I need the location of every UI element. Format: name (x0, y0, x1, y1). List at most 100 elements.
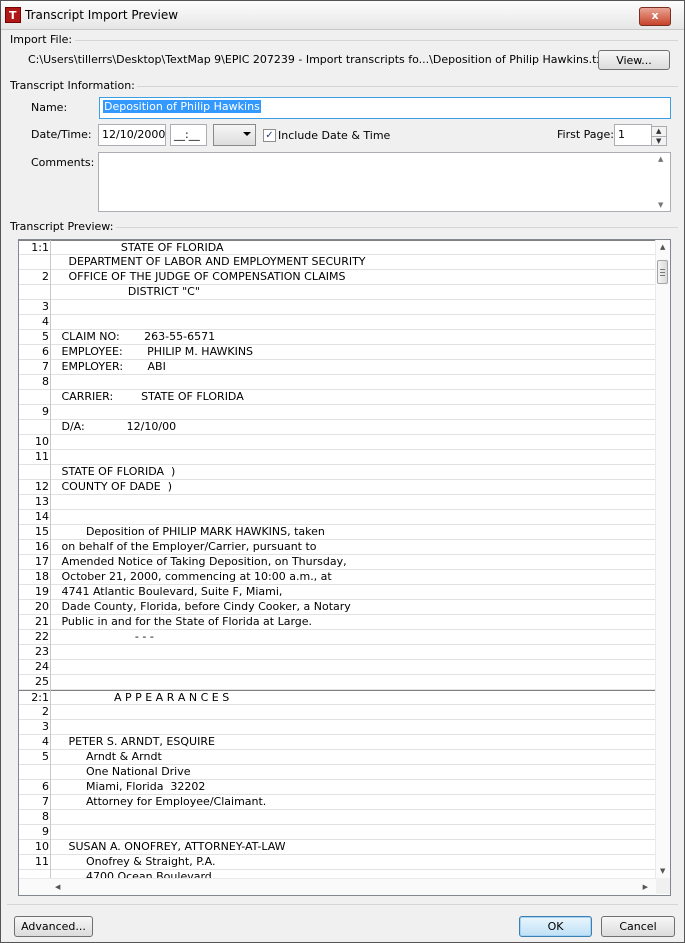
line-number (19, 285, 49, 300)
comments-scrollbar[interactable]: ▲ ▼ (654, 153, 670, 211)
line-text: Dade County, Florida, before Cindy Cooke… (51, 600, 351, 613)
transcript-line: 9 (19, 825, 656, 840)
first-page-spinner[interactable]: ▲ ▼ (651, 126, 667, 146)
transcript-line: 24 (19, 660, 656, 675)
transcript-line: 5 Arndt & Arndt (19, 750, 656, 765)
transcript-line: 10 SUSAN A. ONOFREY, ATTORNEY-AT-LAW (19, 840, 656, 855)
ok-button[interactable]: OK (519, 916, 592, 937)
scroll-down-icon: ▼ (658, 201, 664, 209)
transcript-import-dialog: T Transcript Import Preview x Import Fil… (0, 0, 685, 943)
include-datetime-label[interactable]: Include Date & Time (278, 129, 390, 142)
line-number: 9 (42, 405, 49, 418)
line-number: 14 (35, 510, 49, 523)
preview-vertical-scrollbar[interactable]: ▲ ▼ (655, 240, 670, 878)
transcript-line: 7 Attorney for Employee/Claimant. (19, 795, 656, 810)
cancel-button[interactable]: Cancel (601, 916, 675, 937)
line-number: 4 (42, 735, 49, 748)
transcript-info-label: Transcript Information: (10, 79, 135, 92)
spin-down-button[interactable]: ▼ (652, 137, 666, 146)
comments-textarea[interactable]: ▲ ▼ (98, 152, 671, 212)
close-button[interactable]: x (639, 7, 671, 26)
line-number: 2 (42, 270, 49, 283)
transcript-line: 8 (19, 810, 656, 825)
scroll-right-icon[interactable]: ▶ (643, 883, 648, 891)
line-number (19, 870, 49, 878)
transcript-line: 6 EMPLOYEE: PHILIP M. HAWKINS (19, 345, 656, 360)
line-number: 13 (35, 495, 49, 508)
line-text: Deposition of PHILIP MARK HAWKINS, taken (51, 525, 325, 538)
advanced-button[interactable]: Advanced... (14, 916, 93, 937)
line-text: One National Drive (51, 765, 191, 778)
name-label: Name: (31, 101, 68, 114)
scroll-up-icon[interactable]: ▲ (660, 243, 665, 251)
chevron-up-icon: ▲ (656, 127, 662, 135)
transcript-line: STATE OF FLORIDA ) (19, 465, 656, 480)
scroll-down-icon[interactable]: ▼ (660, 867, 665, 875)
ampm-dropdown[interactable] (213, 124, 256, 146)
transcript-line: 12 COUNTY OF DADE ) (19, 480, 656, 495)
transcript-lines: 1:1 STATE OF FLORIDA DEPARTMENT OF LABOR… (19, 240, 656, 878)
line-text: CARRIER: STATE OF FLORIDA (51, 390, 244, 403)
transcript-line: 16 on behalf of the Employer/Carrier, pu… (19, 540, 656, 555)
transcript-line: 4 PETER S. ARNDT, ESQUIRE (19, 735, 656, 750)
transcript-line: 2 OFFICE OF THE JUDGE OF COMPENSATION CL… (19, 270, 656, 285)
include-datetime-checkbox[interactable]: ✓ (263, 129, 276, 142)
line-number: 18 (35, 570, 49, 583)
line-number: 12 (35, 480, 49, 493)
line-number: 6 (42, 780, 49, 793)
transcript-line: 5 CLAIM NO: 263-55-6571 (19, 330, 656, 345)
transcript-line: CARRIER: STATE OF FLORIDA (19, 390, 656, 405)
chevron-down-icon: ▼ (656, 137, 662, 145)
line-number (19, 255, 49, 270)
line-text: D/A: 12/10/00 (51, 420, 177, 433)
spin-up-button[interactable]: ▲ (652, 127, 666, 137)
view-button[interactable]: View... (598, 50, 670, 70)
line-number: 25 (35, 675, 49, 688)
line-number: 11 (35, 855, 49, 868)
transcript-line: DISTRICT "C" (19, 285, 656, 300)
line-number: 22 (35, 630, 49, 643)
app-icon: T (5, 7, 21, 23)
transcript-line: 11 (19, 450, 656, 465)
transcript-line: 21 Public in and for the State of Florid… (19, 615, 656, 630)
preview-horizontal-scrollbar[interactable]: ◀ ▶ (19, 878, 656, 895)
line-number: 8 (42, 810, 49, 823)
line-text: STATE OF FLORIDA ) (51, 465, 176, 478)
name-input[interactable]: Deposition of Philip Hawkins (99, 97, 671, 119)
time-input[interactable]: __:__ (170, 124, 207, 146)
date-input[interactable]: 12/10/2000 (98, 124, 166, 146)
first-page-input[interactable]: 1 (614, 124, 652, 146)
line-number: 3 (42, 720, 49, 733)
line-number: 2:1 (31, 691, 49, 704)
transcript-line: 23 (19, 645, 656, 660)
line-number: 4 (42, 315, 49, 328)
line-text: on behalf of the Employer/Carrier, pursu… (51, 540, 317, 553)
datetime-label: Date/Time: (31, 128, 92, 141)
transcript-line: 7 EMPLOYER: ABI (19, 360, 656, 375)
line-text: 4700 Ocean Boulevard (51, 870, 212, 878)
transcript-line: D/A: 12/10/00 (19, 420, 656, 435)
line-text: STATE OF FLORIDA (51, 241, 224, 254)
line-text: Attorney for Employee/Claimant. (51, 795, 267, 808)
transcript-preview-divider (116, 227, 678, 228)
line-number: 21 (35, 615, 49, 628)
transcript-line: 14 (19, 510, 656, 525)
scroll-left-icon[interactable]: ◀ (55, 883, 60, 891)
transcript-preview-pane[interactable]: 1:1 STATE OF FLORIDA DEPARTMENT OF LABOR… (18, 239, 671, 896)
scroll-thumb[interactable] (657, 260, 668, 284)
line-text: 4741 Atlantic Boulevard, Suite F, Miami, (51, 585, 283, 598)
line-text: Public in and for the State of Florida a… (51, 615, 313, 628)
transcript-line: 25 (19, 675, 656, 690)
line-number (19, 765, 49, 780)
line-text: - - - (51, 630, 154, 643)
line-number: 5 (42, 750, 49, 763)
line-number: 15 (35, 525, 49, 538)
line-number (19, 390, 49, 405)
transcript-line: One National Drive (19, 765, 656, 780)
transcript-line: 18 October 21, 2000, commencing at 10:00… (19, 570, 656, 585)
line-text: Arndt & Arndt (51, 750, 162, 763)
transcript-line: 11 Onofrey & Straight, P.A. (19, 855, 656, 870)
line-number: 11 (35, 450, 49, 463)
title-bar[interactable]: T Transcript Import Preview x (1, 1, 684, 30)
transcript-line: 1:1 STATE OF FLORIDA (19, 240, 656, 255)
